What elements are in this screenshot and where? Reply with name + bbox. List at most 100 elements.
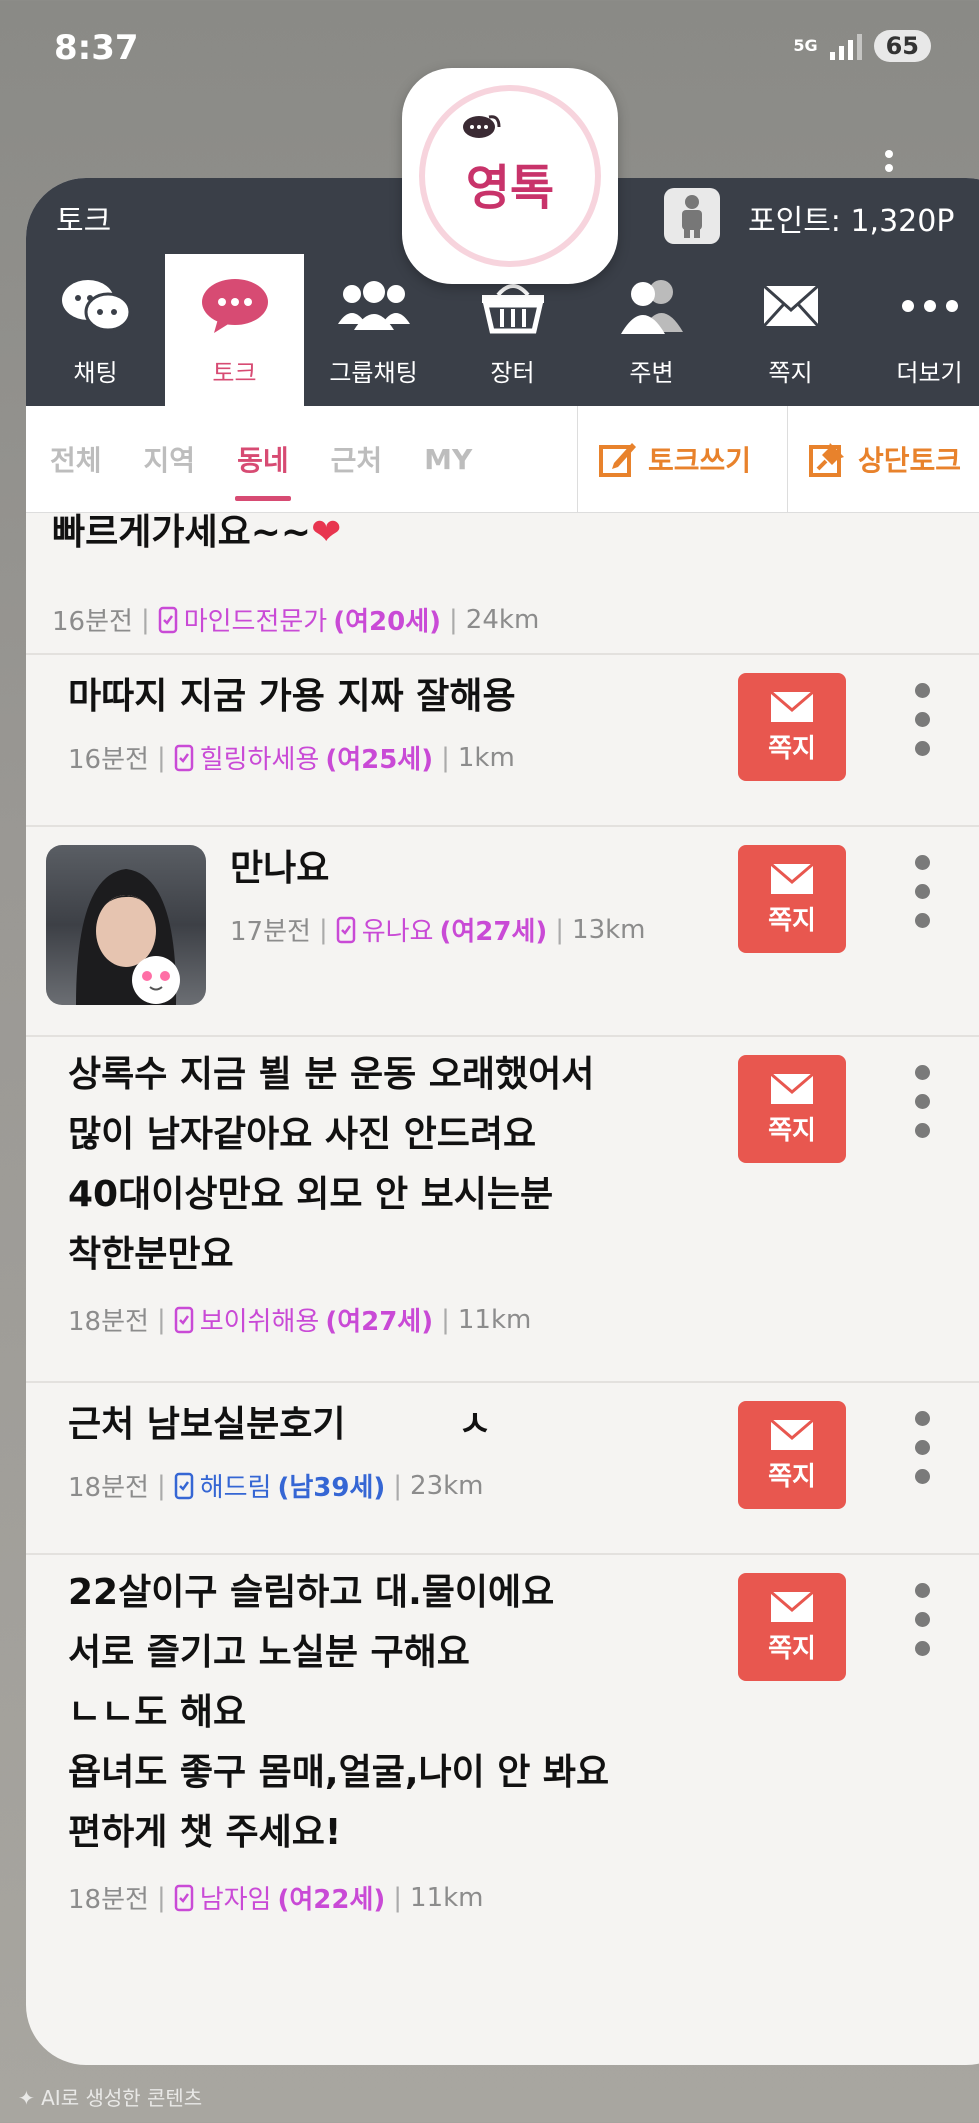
more-options-icon[interactable]: [912, 1583, 932, 1656]
send-message-button[interactable]: 쪽지: [738, 1055, 846, 1163]
post-meta: 16분전 | 마인드전문가 (여20세) | 24km: [52, 601, 539, 638]
speech-dots-icon: [200, 271, 270, 341]
send-message-button[interactable]: 쪽지: [738, 1573, 846, 1681]
post-item[interactable]: 만나요 17분전 | 유나요 (여27세) | 13km 쪽지: [26, 825, 979, 1037]
post-meta: 17분전 | 유나요 (여27세) | 13km: [230, 911, 646, 948]
tab-more[interactable]: 더보기: [860, 254, 979, 406]
phone-verified-icon: [158, 606, 177, 633]
envelope-icon: [770, 690, 814, 722]
post-item[interactable]: 근처 남보실분호기 ㅅ 18분전 | 해드림 (남39세) | 23km 쪽지: [26, 1381, 979, 1555]
more-options-icon[interactable]: [912, 683, 932, 756]
subtab-my[interactable]: MY: [424, 443, 472, 476]
pin-icon: [809, 443, 844, 477]
envelope-icon: [770, 1072, 814, 1104]
post-item[interactable]: 빠르게가세요~~❤ 16분전 | 마인드전문가 (여20세) | 24km: [26, 512, 979, 655]
phone-verified-icon: [174, 1884, 193, 1911]
post-distance: 13km: [572, 914, 646, 945]
top-talk-button[interactable]: 상단토크: [787, 406, 979, 512]
status-time: 8:37: [54, 28, 139, 68]
post-text: 근처 남보실분호기 ㅅ: [68, 1404, 492, 1445]
post-meta: 18분전 | 해드림 (남39세) | 23km: [68, 1467, 484, 1504]
tab-nearby[interactable]: 주변: [582, 254, 721, 406]
envelope-icon: [770, 1590, 814, 1622]
signal-icon: [829, 32, 862, 60]
group-icon: [336, 271, 412, 341]
tab-label: 토크: [212, 359, 257, 387]
tab-chat[interactable]: 채팅: [26, 254, 165, 406]
tab-label: 채팅: [73, 359, 118, 387]
chat-bubbles-icon: [60, 271, 132, 341]
tab-label: 장터: [490, 359, 535, 387]
more-options-icon[interactable]: [912, 855, 932, 928]
message-button-label: 쪽지: [768, 1461, 816, 1492]
subtab-nearby[interactable]: 근처: [331, 439, 383, 479]
post-author[interactable]: 남자임 (여22세): [174, 1879, 385, 1916]
subtab-all[interactable]: 전체: [50, 439, 102, 479]
send-message-button[interactable]: 쪽지: [738, 673, 846, 781]
post-time: 18분전: [68, 1885, 149, 1915]
phone-verified-icon: [174, 1306, 193, 1333]
subtab-neighborhood[interactable]: 동네: [235, 439, 291, 501]
post-item[interactable]: 상록수 지금 뵐 분 운동 오래했어서 많이 남자같아요 사진 안드려요 40대…: [26, 1035, 979, 1383]
ai-content-watermark: ✦ AI로 생성한 콘텐츠: [18, 2086, 203, 2110]
status-icons: 5G 65: [793, 30, 931, 62]
send-message-button[interactable]: 쪽지: [738, 1401, 846, 1509]
envelope-icon: [770, 1418, 814, 1450]
app-window: 토크 포인트: 1,320P 채팅 토크 그룹채팅 장터 주변 쪽지 더보기 전…: [26, 178, 979, 2065]
post-item[interactable]: 마따지 지굼 가용 지짜 잘해용 16분전 | 힐링하세용 (여25세) | 1km …: [26, 653, 979, 827]
post-time: 18분전: [68, 1473, 149, 1503]
system-nav-bar: ✦ AI로 생성한 콘텐츠: [0, 2065, 979, 2123]
tab-label: 더보기: [896, 359, 963, 387]
app-logo-text: 영톡: [465, 160, 555, 216]
top-talk-label: 상단토크: [858, 444, 962, 477]
people-icon: [619, 271, 685, 341]
message-button-label: 쪽지: [768, 905, 816, 936]
post-distance: 11km: [410, 1882, 484, 1913]
profile-photo[interactable]: [46, 845, 206, 1005]
more-options-icon[interactable]: [912, 1065, 932, 1138]
phone-verified-icon: [174, 744, 193, 771]
person-icon: [682, 195, 702, 238]
send-message-button[interactable]: 쪽지: [738, 845, 846, 953]
tab-label: 주변: [629, 359, 674, 387]
write-talk-label: 토크쓰기: [648, 444, 752, 477]
message-button-label: 쪽지: [768, 1633, 816, 1664]
more-icon: [900, 271, 960, 341]
post-text: 만나요: [230, 848, 330, 889]
post-text: 마따지 지굼 가용 지짜 잘해용: [68, 676, 516, 717]
post-item[interactable]: 22살이구 슬림하고 대.물이에요 서로 즐기고 노실분 구해요 ㄴㄴ도 해요 …: [26, 1553, 979, 1973]
envelope-icon: [770, 862, 814, 894]
speech-bubble-icon: [463, 115, 501, 138]
tab-label: 그룹채팅: [329, 359, 418, 387]
post-meta: 18분전 | 남자임 (여22세) | 11km: [68, 1879, 484, 1916]
write-talk-button[interactable]: 토크쓰기: [577, 406, 787, 512]
post-distance: 1km: [457, 742, 515, 773]
envelope-icon: [762, 271, 820, 341]
post-author[interactable]: 유나요 (여27세): [336, 911, 547, 948]
points-display: 포인트: 1,320P: [748, 204, 955, 239]
tab-messages[interactable]: 쪽지: [721, 254, 860, 406]
post-distance: 11km: [457, 1304, 532, 1335]
message-button-label: 쪽지: [768, 733, 816, 764]
profile-avatar-button[interactable]: [664, 188, 720, 244]
tab-label: 쪽지: [768, 359, 813, 387]
app-logo: 영톡: [402, 68, 618, 284]
network-5g-icon: 5G: [793, 36, 818, 55]
post-text: 22살이구 슬림하고 대.물이에요 서로 즐기고 노실분 구해요 ㄴㄴ도 해요 …: [68, 1572, 610, 1853]
post-author[interactable]: 해드림 (남39세): [174, 1467, 385, 1504]
edit-icon: [599, 443, 636, 477]
tab-group-chat[interactable]: 그룹채팅: [304, 254, 443, 406]
battery-indicator: 65: [873, 30, 931, 62]
post-time: 16분전: [52, 607, 133, 637]
app-logo-badge: 영톡: [419, 85, 601, 267]
post-author[interactable]: 힐링하세용 (여25세): [174, 739, 433, 776]
post-author[interactable]: 마인드전문가 (여20세): [158, 601, 441, 638]
message-button-label: 쪽지: [768, 1115, 816, 1146]
subtab-region[interactable]: 지역: [144, 439, 196, 479]
post-time: 17분전: [230, 917, 311, 947]
post-time: 18분전: [68, 1307, 149, 1337]
post-author[interactable]: 보이쉬해용 (여27세): [174, 1301, 433, 1338]
more-options-icon[interactable]: [912, 1411, 932, 1484]
phone-verified-icon: [336, 916, 355, 943]
tab-talk[interactable]: 토크: [165, 254, 304, 406]
